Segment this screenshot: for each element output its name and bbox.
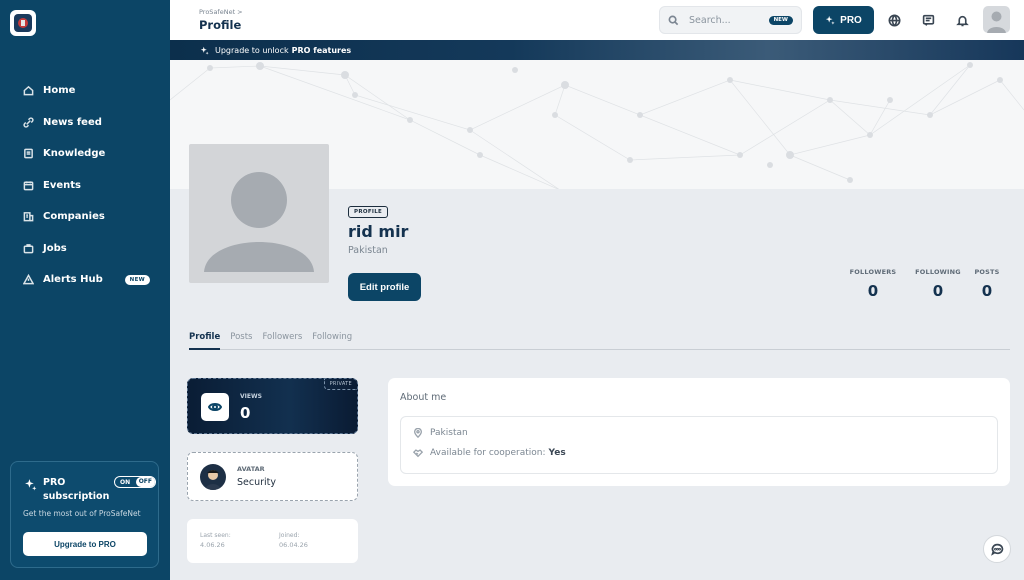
briefcase-icon: [22, 242, 34, 254]
search-icon: [668, 15, 679, 25]
about-me-card: About me Pakistan Available for cooperat…: [388, 378, 1010, 486]
user-avatar[interactable]: [983, 6, 1010, 33]
banner-bold-text: PRO features: [291, 45, 352, 55]
warning-icon: [22, 274, 34, 286]
building-icon: [22, 211, 34, 223]
tab-posts[interactable]: Posts: [230, 330, 252, 350]
profile-tag: PROFILE: [348, 206, 389, 218]
views-value: 0: [240, 404, 251, 422]
calendar-icon: [22, 179, 34, 191]
page-title: Profile: [199, 18, 242, 32]
profile-photo[interactable]: [189, 144, 329, 283]
stat-value: 0: [981, 282, 993, 300]
following-stat[interactable]: FOLLOWING 0: [913, 268, 963, 300]
pro-banner[interactable]: Upgrade to unlock PRO features: [170, 40, 1024, 60]
about-location-row: Pakistan: [413, 428, 468, 438]
sidebar-item-label: Jobs: [43, 242, 67, 254]
banner-text: Upgrade to unlock: [215, 45, 289, 55]
sidebar-item-events[interactable]: Events: [0, 170, 170, 202]
sparkle-icon: [24, 476, 37, 495]
avatar-card[interactable]: AVATAR Security: [187, 452, 358, 501]
chat-button[interactable]: [983, 535, 1011, 563]
sparkle-icon: [825, 15, 835, 25]
sidebar-item-knowledge[interactable]: Knowledge: [0, 138, 170, 170]
about-location: Pakistan: [430, 428, 468, 438]
user-silhouette-icon: [987, 11, 1006, 33]
sparkle-icon: [200, 46, 209, 55]
sidebar-item-label: Knowledge: [43, 148, 106, 160]
security-avatar-icon: [200, 464, 226, 490]
chat-bubble-icon: [990, 543, 1003, 556]
followers-stat[interactable]: FOLLOWERS 0: [848, 268, 898, 300]
edit-profile-button[interactable]: Edit profile: [348, 273, 421, 301]
stat-label: FOLLOWERS: [849, 268, 897, 276]
avatar-label: AVATAR: [237, 465, 265, 473]
about-title: About me: [400, 392, 447, 403]
search-box[interactable]: Search... NEW: [659, 6, 802, 34]
stat-label: FOLLOWING: [915, 268, 961, 276]
pro-subscription-title: PRO subscription: [43, 477, 110, 502]
book-icon: [22, 148, 34, 160]
cooperation-label: Available for cooperation:: [430, 448, 546, 458]
dates-card: Last seen: 4.06.26 Joined: 06.04.26: [187, 519, 358, 563]
sidebar-item-label: Home: [43, 85, 76, 97]
private-badge: PRIVATE: [323, 379, 357, 390]
views-card: VIEWS 0 PRIVATE: [187, 378, 358, 434]
search-new-badge: NEW: [768, 15, 793, 25]
tab-following[interactable]: Following: [312, 330, 352, 350]
sidebar: Home News feed Knowledge Events Companie…: [0, 0, 170, 580]
app-logo[interactable]: [10, 10, 36, 36]
globe-icon[interactable]: [886, 12, 902, 28]
posts-stat[interactable]: POSTS 0: [972, 268, 1002, 300]
upgrade-to-pro-button[interactable]: Upgrade to PRO: [23, 532, 147, 556]
about-cooperation-row: Available for cooperation: Yes: [413, 448, 566, 458]
sidebar-item-home[interactable]: Home: [0, 75, 170, 107]
link-icon: [22, 116, 34, 128]
toggle-on-label: ON: [120, 478, 131, 486]
joined-label: Joined:: [279, 532, 300, 539]
eye-icon: [201, 393, 229, 421]
handshake-icon: [413, 449, 423, 458]
sidebar-item-label: Alerts Hub: [43, 274, 103, 286]
new-badge: NEW: [124, 274, 150, 285]
stat-value: 0: [867, 282, 879, 300]
sidebar-item-jobs[interactable]: Jobs: [0, 233, 170, 265]
sidebar-item-label: Events: [43, 179, 81, 191]
stat-value: 0: [932, 282, 944, 300]
sidebar-item-companies[interactable]: Companies: [0, 201, 170, 233]
messages-icon[interactable]: [920, 12, 936, 28]
sidebar-item-label: News feed: [43, 116, 102, 128]
tab-followers[interactable]: Followers: [262, 330, 302, 350]
profile-tabs: Profile Posts Followers Following: [189, 330, 1010, 350]
avatar-value: Security: [237, 477, 277, 488]
last-seen-label: Last seen:: [200, 532, 231, 539]
search-input[interactable]: Search...: [689, 15, 769, 26]
sidebar-item-alerts-hub[interactable]: Alerts Hub NEW: [0, 264, 170, 296]
stat-label: POSTS: [974, 268, 1000, 276]
tab-profile[interactable]: Profile: [189, 330, 221, 350]
top-header: ProSafeNet > Profile Search... NEW PRO: [170, 0, 1024, 40]
profile-country: Pakistan: [348, 245, 388, 256]
joined-value: 06.04.26: [279, 541, 308, 549]
pro-description: Get the most out of ProSafeNet: [23, 509, 141, 518]
cooperation-value: Yes: [548, 448, 566, 458]
last-seen-value: 4.06.26: [200, 541, 225, 549]
pro-toggle[interactable]: ON OFF: [114, 476, 156, 488]
shield-logo-icon: [14, 14, 32, 32]
bell-icon[interactable]: [954, 12, 970, 28]
pro-subscription-card: PRO subscription ON OFF Get the most out…: [10, 461, 159, 568]
pro-button-label: PRO: [840, 14, 862, 26]
home-icon: [22, 85, 34, 97]
pro-button[interactable]: PRO: [813, 6, 874, 34]
about-details: Pakistan Available for cooperation: Yes: [400, 416, 998, 474]
toggle-off-label: OFF: [135, 477, 155, 487]
sidebar-nav: Home News feed Knowledge Events Companie…: [0, 75, 170, 296]
profile-name: rid mir: [348, 222, 409, 241]
user-silhouette-icon: [204, 172, 314, 272]
sidebar-item-news-feed[interactable]: News feed: [0, 107, 170, 139]
views-label: VIEWS: [240, 393, 262, 400]
breadcrumb[interactable]: ProSafeNet >: [199, 8, 243, 16]
location-pin-icon: [413, 428, 423, 438]
sidebar-item-label: Companies: [43, 211, 105, 223]
